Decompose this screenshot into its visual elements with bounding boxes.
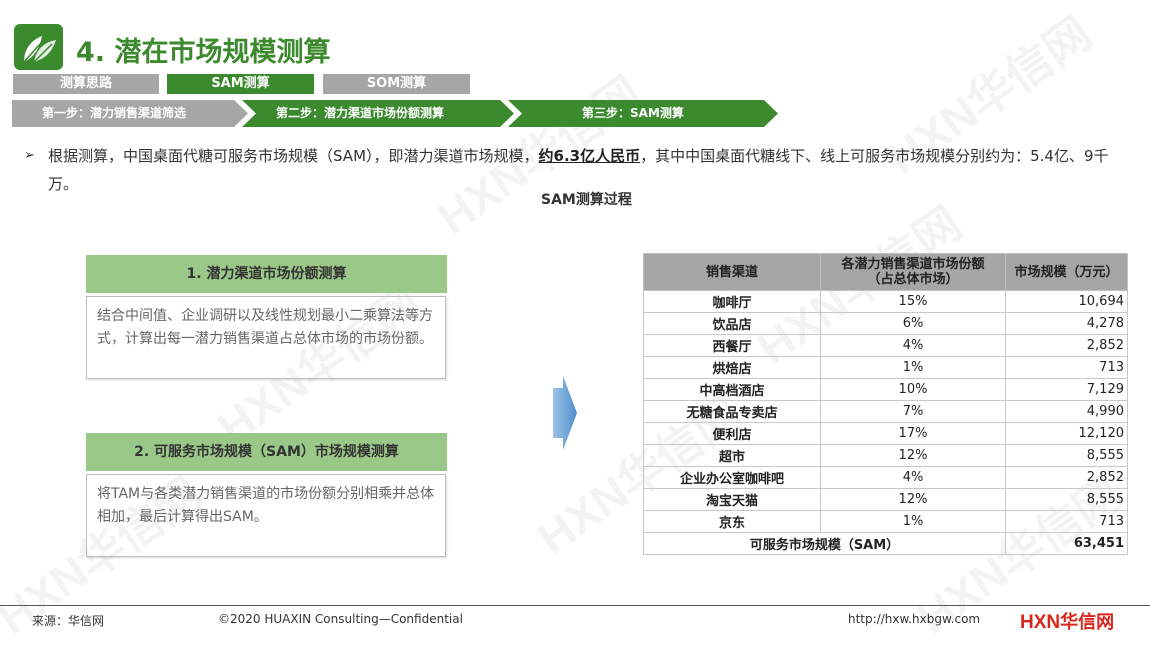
share-cell: 4% (820, 334, 1006, 357)
market-size-cell: 10,694 (1005, 290, 1128, 313)
source-note: 来源：华信网 (32, 614, 105, 628)
share-cell: 4% (820, 466, 1006, 489)
market-size-cell: 2,852 (1005, 466, 1128, 489)
channel-cell: 饮品店 (643, 312, 821, 335)
logo-icon (14, 24, 63, 70)
summary-highlight: 约6.3亿人民币 (538, 147, 641, 165)
channel-cell: 超市 (643, 444, 821, 467)
table-header: 各潜力销售渠道市场份额（占总体市场） (820, 253, 1006, 291)
share-cell: 1% (820, 356, 1006, 379)
footer-divider (0, 605, 1150, 606)
footer-url[interactable]: http://hxw.hxbgw.com (848, 612, 980, 626)
share-cell: 10% (820, 378, 1006, 401)
table-row: 便利店 17% 12,120 (643, 422, 1128, 445)
market-size-cell: 4,278 (1005, 312, 1128, 335)
total-value: 63,451 (1005, 532, 1128, 555)
market-size-cell: 713 (1005, 510, 1128, 533)
market-size-cell: 8,555 (1005, 488, 1128, 511)
market-size-cell: 713 (1005, 356, 1128, 379)
table-row: 饮品店 6% 4,278 (643, 312, 1128, 335)
tab-approach[interactable]: 测算思路 (13, 74, 159, 94)
brand-logo-suffix: 华信网 (1060, 612, 1115, 633)
table-header: 市场规模（万元） (1005, 253, 1128, 291)
market-size-cell: 2,852 (1005, 334, 1128, 357)
table-row: 中高档酒店 10% 7,129 (643, 378, 1128, 401)
step-box-1-title: 1. 潜力渠道市场份额测算 (86, 255, 447, 293)
step-box-2-text: 将TAM与各类潜力销售渠道的市场份额分别相乘并总体相加，最后计算得出SAM。 (86, 474, 446, 557)
share-cell: 1% (820, 510, 1006, 533)
share-cell: 15% (820, 290, 1006, 313)
table-total-row: 可服务市场规模（SAM） 63,451 (643, 532, 1128, 555)
share-cell: 6% (820, 312, 1006, 335)
channel-cell: 烘焙店 (643, 356, 821, 379)
table-row: 无糖食品专卖店 7% 4,990 (643, 400, 1128, 423)
process-title: SAM测算过程 (541, 192, 632, 208)
market-size-cell: 7,129 (1005, 378, 1128, 401)
channel-cell: 淘宝天猫 (643, 488, 821, 511)
right-arrow-icon (553, 376, 577, 450)
brand-logo-prefix: HXN (1020, 612, 1061, 633)
market-size-cell: 4,990 (1005, 400, 1128, 423)
step-box-1-text: 结合中间值、企业调研以及线性规划最小二乘算法等方式，计算出每一潜力销售渠道占总体… (86, 296, 446, 379)
table-header: 销售渠道 (643, 253, 821, 291)
total-label: 可服务市场规模（SAM） (643, 532, 1006, 555)
step-1-label: 第一步：潜力销售渠道筛选 (42, 106, 187, 120)
share-cell: 17% (820, 422, 1006, 445)
step-2-label: 第二步：潜力渠道市场份额测算 (276, 106, 445, 120)
channel-cell: 西餐厅 (643, 334, 821, 357)
step-3-label: 第三步：SAM测算 (582, 106, 684, 120)
copyright: ©2020 HUAXIN Consulting—Confidential (218, 612, 463, 626)
table-row: 烘焙店 1% 713 (643, 356, 1128, 379)
table-row: 企业办公室咖啡吧 4% 2,852 (643, 466, 1128, 489)
brand-logo: HXN华信网 (1020, 608, 1114, 634)
share-cell: 12% (820, 444, 1006, 467)
channel-cell: 京东 (643, 510, 821, 533)
channel-cell: 咖啡厅 (643, 290, 821, 313)
table-row: 咖啡厅 15% 10,694 (643, 290, 1128, 313)
channel-cell: 便利店 (643, 422, 821, 445)
table-row: 西餐厅 4% 2,852 (643, 334, 1128, 357)
step-box-2-title: 2. 可服务市场规模（SAM）市场规模测算 (86, 433, 447, 471)
arrow-bullet-icon: ➢ (24, 148, 35, 163)
table-row: 京东 1% 713 (643, 510, 1128, 533)
channel-cell: 企业办公室咖啡吧 (643, 466, 821, 489)
market-size-cell: 12,120 (1005, 422, 1128, 445)
channel-cell: 无糖食品专卖店 (643, 400, 821, 423)
tab-sam[interactable]: SAM测算 (167, 74, 314, 94)
table-header-row: 销售渠道 各潜力销售渠道市场份额（占总体市场） 市场规模（万元） (643, 253, 1128, 291)
summary-pre: 根据测算，中国桌面代糖可服务市场规模（SAM），即潜力渠道市场规模， (48, 147, 539, 165)
market-size-cell: 8,555 (1005, 444, 1128, 467)
table-row: 淘宝天猫 12% 8,555 (643, 488, 1128, 511)
channel-cell: 中高档酒店 (643, 378, 821, 401)
table-row: 超市 12% 8,555 (643, 444, 1128, 467)
sam-table: 销售渠道 各潜力销售渠道市场份额（占总体市场） 市场规模（万元） 咖啡厅 15% 1… (643, 253, 1128, 555)
page-title: 4. 潜在市场规模测算 (76, 37, 331, 68)
tab-som[interactable]: SOM测算 (323, 74, 470, 94)
share-cell: 7% (820, 400, 1006, 423)
share-cell: 12% (820, 488, 1006, 511)
